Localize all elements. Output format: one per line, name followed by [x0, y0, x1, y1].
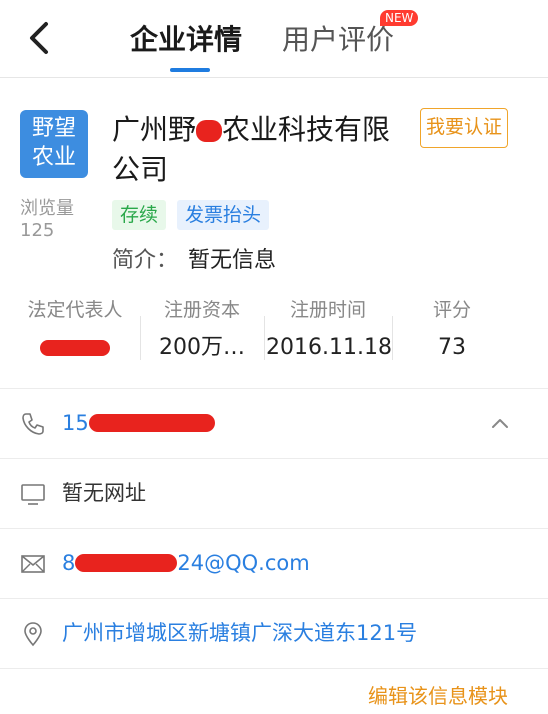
logo-text-line1: 野望 — [31, 116, 76, 141]
redaction-mark — [196, 120, 223, 142]
monitor-icon — [21, 484, 45, 505]
redaction-mark — [75, 554, 178, 572]
views-count: 125 — [20, 220, 55, 241]
invoice-title-tag[interactable]: 发票抬头 — [177, 200, 270, 230]
divider — [264, 316, 265, 360]
stat-label: 评分 — [432, 299, 471, 321]
stat-label: 注册资本 — [163, 299, 240, 321]
mail-icon — [21, 555, 45, 573]
phone-icon — [22, 413, 44, 435]
phone-prefix: 15 — [62, 411, 89, 435]
website-row: 暂无网址 — [0, 458, 548, 528]
new-badge: NEW — [380, 10, 419, 26]
stat-score: 评分 73 — [406, 296, 498, 368]
top-nav: 企业详情 用户评价 NEW — [0, 0, 548, 78]
stat-value: 73 — [438, 335, 466, 360]
stat-legal-rep[interactable]: 法定代表人 — [16, 296, 134, 368]
divider — [0, 668, 548, 669]
redaction-mark — [88, 414, 215, 432]
stat-label: 注册时间 — [289, 299, 366, 321]
company-name: 广州野 农业科技有限 公司 — [112, 110, 412, 190]
chevron-up-icon[interactable] — [490, 413, 510, 433]
intro-value: 暂无信息 — [188, 248, 277, 273]
intro-label: 简介： — [112, 248, 179, 273]
email-address[interactable]: 8 24@QQ.com — [62, 547, 310, 579]
views-label: 浏览量 — [20, 198, 74, 219]
redaction-mark — [40, 340, 110, 356]
stat-registration-date: 注册时间 2016.11.18 — [266, 296, 392, 368]
location-pin-icon — [24, 622, 42, 647]
company-name-part2: 农业科技有限 — [222, 113, 391, 146]
website-value: 暂无网址 — [62, 481, 146, 505]
intro: 简介： 暂无信息 — [112, 242, 276, 274]
tab-company-details[interactable]: 企业详情 — [130, 22, 242, 58]
divider — [392, 316, 393, 360]
email-prefix: 8 — [62, 551, 76, 575]
stat-value — [16, 328, 134, 368]
address-row[interactable]: 广州市增城区新塘镇广深大道东121号 — [0, 598, 548, 668]
phone-number[interactable]: 15 — [62, 407, 215, 439]
stat-label: 法定代表人 — [27, 299, 123, 321]
back-arrow-icon[interactable] — [22, 16, 58, 60]
email-suffix: 24@QQ.com — [177, 551, 310, 575]
certify-button[interactable]: 我要认证 — [420, 108, 508, 148]
company-name-part1: 广州野 — [112, 113, 197, 146]
status-badge: 存续 — [112, 200, 167, 230]
email-row[interactable]: 8 24@QQ.com — [0, 528, 548, 598]
logo-text-line2: 农业 — [31, 145, 76, 170]
address-value[interactable]: 广州市增城区新塘镇广深大道东121号 — [62, 617, 417, 649]
stat-registered-capital: 注册资本 200万… — [150, 296, 254, 368]
stat-value: 2016.11.18 — [266, 335, 392, 360]
divider — [140, 316, 141, 360]
active-tab-indicator — [170, 68, 210, 72]
company-logo: 野望 农业 — [20, 110, 88, 178]
phone-row[interactable]: 15 — [0, 388, 548, 458]
company-name-line2: 公司 — [112, 153, 169, 186]
stat-value: 200万… — [159, 335, 245, 360]
tab-user-reviews[interactable]: 用户评价 — [282, 22, 394, 58]
edit-info-link[interactable]: 编辑该信息模块 — [368, 680, 508, 709]
